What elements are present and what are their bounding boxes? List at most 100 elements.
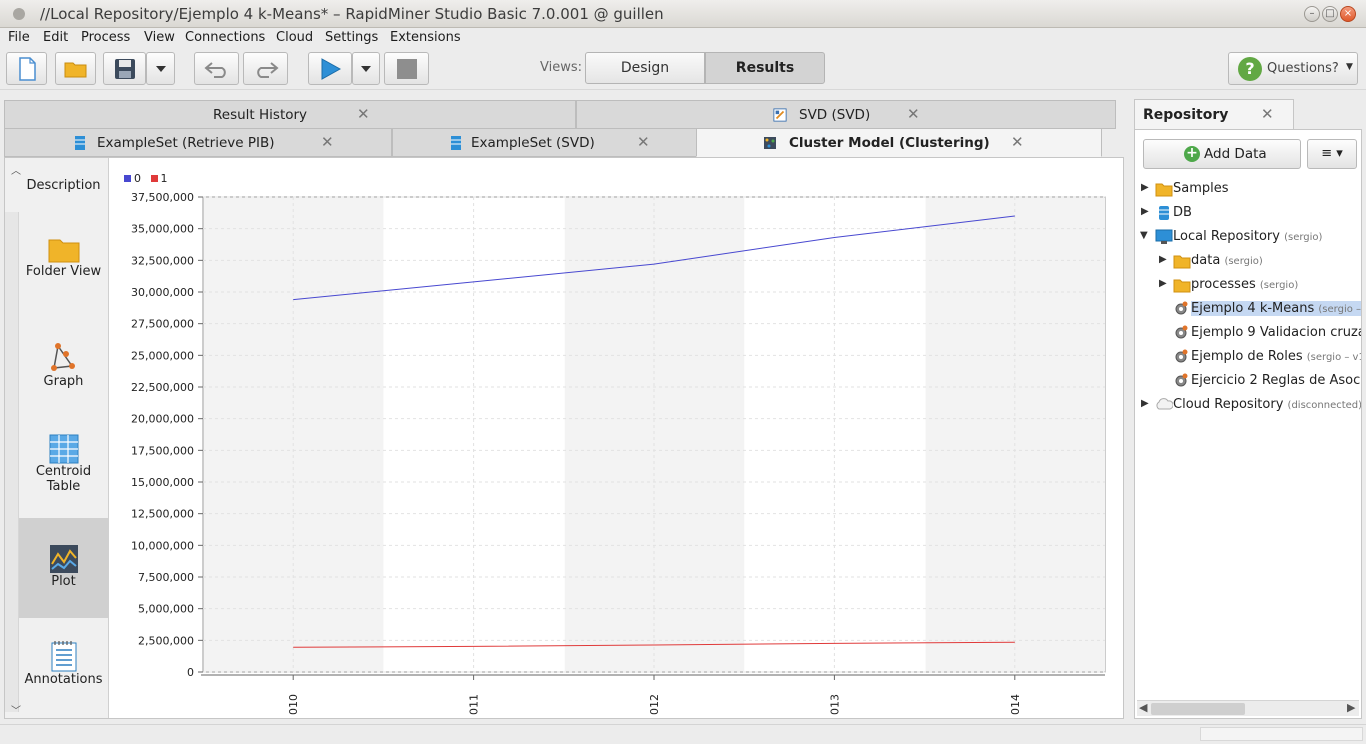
tree-item-ejemplo-de-roles[interactable]: Ejemplo de Roles (sergio – v1, [1139, 346, 1361, 368]
tree-item-label: Ejemplo de Roles (sergio – v1, [1191, 349, 1361, 364]
tree-item-label: Ejercicio 2 Reglas de Asocia [1191, 373, 1361, 388]
scroll-left-icon[interactable]: ◀ [1139, 701, 1147, 714]
expand-icon[interactable]: ▶ [1141, 206, 1149, 217]
menu-file[interactable]: File [8, 30, 30, 45]
menu-settings[interactable]: Settings [325, 30, 378, 45]
new-process-icon [18, 56, 36, 81]
folder-icon [1155, 183, 1173, 197]
close-icon[interactable]: ✕ [1011, 133, 1024, 151]
run-options-button[interactable] [352, 52, 380, 85]
sidebar-item-graph[interactable]: Graph [19, 342, 108, 394]
undo-button[interactable] [194, 52, 239, 85]
tab-row-1: Result History ✕ SVD (SVD) ✕ [4, 100, 1116, 129]
tree-item-cloud-repository[interactable]: ▶ Cloud Repository (disconnected) [1139, 394, 1361, 416]
sidebar-item-label: Description [26, 178, 101, 193]
design-view-button[interactable]: Design [585, 52, 705, 84]
toolbar: Views: Design Results ? Questions? ▼ [0, 48, 1366, 90]
legend-label-0: 0 [134, 172, 141, 185]
results-view-button[interactable]: Results [705, 52, 825, 84]
x-tick-label: 2010 [287, 694, 300, 716]
tab-label: SVD (SVD) [799, 107, 871, 123]
sidebar-item-description[interactable]: Description [19, 158, 108, 206]
questions-label: Questions? [1267, 61, 1339, 76]
tab-label: Result History [213, 107, 308, 123]
tab-svd[interactable]: SVD (SVD) ✕ [576, 100, 1116, 129]
redo-button[interactable] [243, 52, 288, 85]
close-icon[interactable]: ✕ [1261, 105, 1274, 123]
graph-icon [50, 343, 75, 371]
menu-cloud[interactable]: Cloud [276, 30, 313, 45]
save-button[interactable] [103, 52, 146, 85]
menu-connections[interactable]: Connections [185, 30, 265, 45]
tree-item-ejemplo-4-k-means[interactable]: Ejemplo 4 k-Means (sergio – v [1139, 298, 1361, 320]
y-tick-label: 15,000,000 [131, 476, 194, 489]
tab-label: ExampleSet (Retrieve PIB) [97, 135, 275, 151]
window-menu-icon[interactable] [13, 8, 25, 20]
tree-item-label: Ejemplo 4 k-Means (sergio – v [1191, 301, 1361, 316]
repository-title: Repository [1143, 107, 1229, 123]
tab-repository[interactable]: Repository ✕ [1134, 99, 1294, 130]
sidebar-item-centroid-table[interactable]: Centroid Table [19, 434, 108, 504]
open-button[interactable] [55, 52, 96, 85]
tab-exampleset-retrieve-pib[interactable]: ExampleSet (Retrieve PIB) ✕ [4, 128, 392, 157]
annotations-icon [51, 641, 76, 672]
close-icon[interactable]: ✕ [907, 105, 920, 123]
tree-item-label: Ejemplo 9 Validacion cruzac [1191, 325, 1361, 340]
cloud-icon [1156, 398, 1173, 410]
menu-extensions[interactable]: Extensions [390, 30, 461, 45]
tree-item-samples[interactable]: ▶ Samples [1139, 178, 1359, 200]
stop-button[interactable] [384, 52, 429, 85]
y-tick-label: 30,000,000 [131, 286, 194, 299]
tree-item-ejemplo-9[interactable]: Ejemplo 9 Validacion cruzac [1139, 322, 1361, 344]
close-icon[interactable]: ✕ [637, 133, 650, 151]
sidebar-item-plot[interactable]: Plot [19, 518, 108, 618]
menu-process[interactable]: Process [81, 30, 130, 45]
menu-view[interactable]: View [144, 30, 175, 45]
expand-icon[interactable]: ▶ [1141, 398, 1149, 409]
tab-cluster-model[interactable]: Cluster Model (Clustering) ✕ [696, 128, 1102, 157]
view-sidebar: ︿ Description Folder View Graph Centroid… [5, 158, 109, 718]
save-options-button[interactable] [146, 52, 175, 85]
new-process-button[interactable] [6, 52, 47, 85]
close-icon[interactable]: ✕ [321, 133, 334, 151]
scroll-right-icon[interactable]: ▶ [1347, 701, 1355, 714]
run-button[interactable] [308, 52, 352, 85]
maximize-icon[interactable]: □ [1322, 6, 1338, 22]
add-data-label: Add Data [1204, 146, 1267, 162]
menu-bar: File Edit Process View Connections Cloud… [0, 28, 1366, 48]
window-title: //Local Repository/Ejemplo 4 k-Means* – … [40, 5, 664, 23]
table-icon [49, 434, 78, 464]
menu-edit[interactable]: Edit [43, 30, 68, 45]
y-tick-label: 25,000,000 [131, 349, 194, 362]
tree-item-local-repository[interactable]: ▼ Local Repository (sergio) [1139, 226, 1359, 248]
add-data-button[interactable]: + Add Data [1143, 139, 1301, 169]
collapse-icon[interactable]: ▼ [1140, 230, 1148, 241]
expand-icon[interactable]: ▶ [1159, 254, 1167, 265]
tab-exampleset-svd[interactable]: ExampleSet (SVD) ✕ [392, 128, 698, 157]
status-bar [0, 724, 1366, 744]
close-icon[interactable]: ✕ [357, 105, 370, 123]
expand-icon[interactable]: ▶ [1141, 182, 1149, 193]
legend-swatch-1 [150, 175, 158, 182]
questions-button[interactable]: ? Questions? ▼ [1228, 52, 1358, 85]
plot-area: 0 1 0 2,500,000 5,000,000 7,500,000 10,000,0… [109, 158, 1123, 722]
tree-item-data[interactable]: ▶ data (sergio) [1139, 250, 1359, 272]
sidebar-scroll-track[interactable] [5, 212, 19, 712]
sidebar-item-label: Folder View [25, 264, 102, 279]
scrollbar-thumb[interactable] [1151, 703, 1245, 715]
scroll-down-icon[interactable]: ﹀ [11, 702, 21, 717]
horizontal-scrollbar[interactable]: ◀ ▶ [1137, 700, 1359, 716]
minimize-icon[interactable]: – [1304, 6, 1320, 22]
tab-result-history[interactable]: Result History ✕ [4, 100, 576, 129]
tree-item-processes[interactable]: ▶ processes (sergio) [1139, 274, 1359, 296]
open-icon [64, 62, 86, 77]
expand-icon[interactable]: ▶ [1159, 278, 1167, 289]
sidebar-item-folder-view[interactable]: Folder View [19, 234, 108, 304]
tree-item-db[interactable]: ▶ DB [1139, 202, 1359, 224]
close-window-icon[interactable]: × [1340, 6, 1356, 22]
sidebar-item-annotations[interactable]: Annotations [19, 640, 108, 700]
repository-menu-button[interactable]: ≡ ▾ [1307, 139, 1357, 169]
tree-item-label: Samples [1173, 181, 1229, 196]
x-tick-label: 2014 [1009, 694, 1022, 716]
tree-item-ejercicio-2[interactable]: Ejercicio 2 Reglas de Asocia [1139, 370, 1361, 392]
